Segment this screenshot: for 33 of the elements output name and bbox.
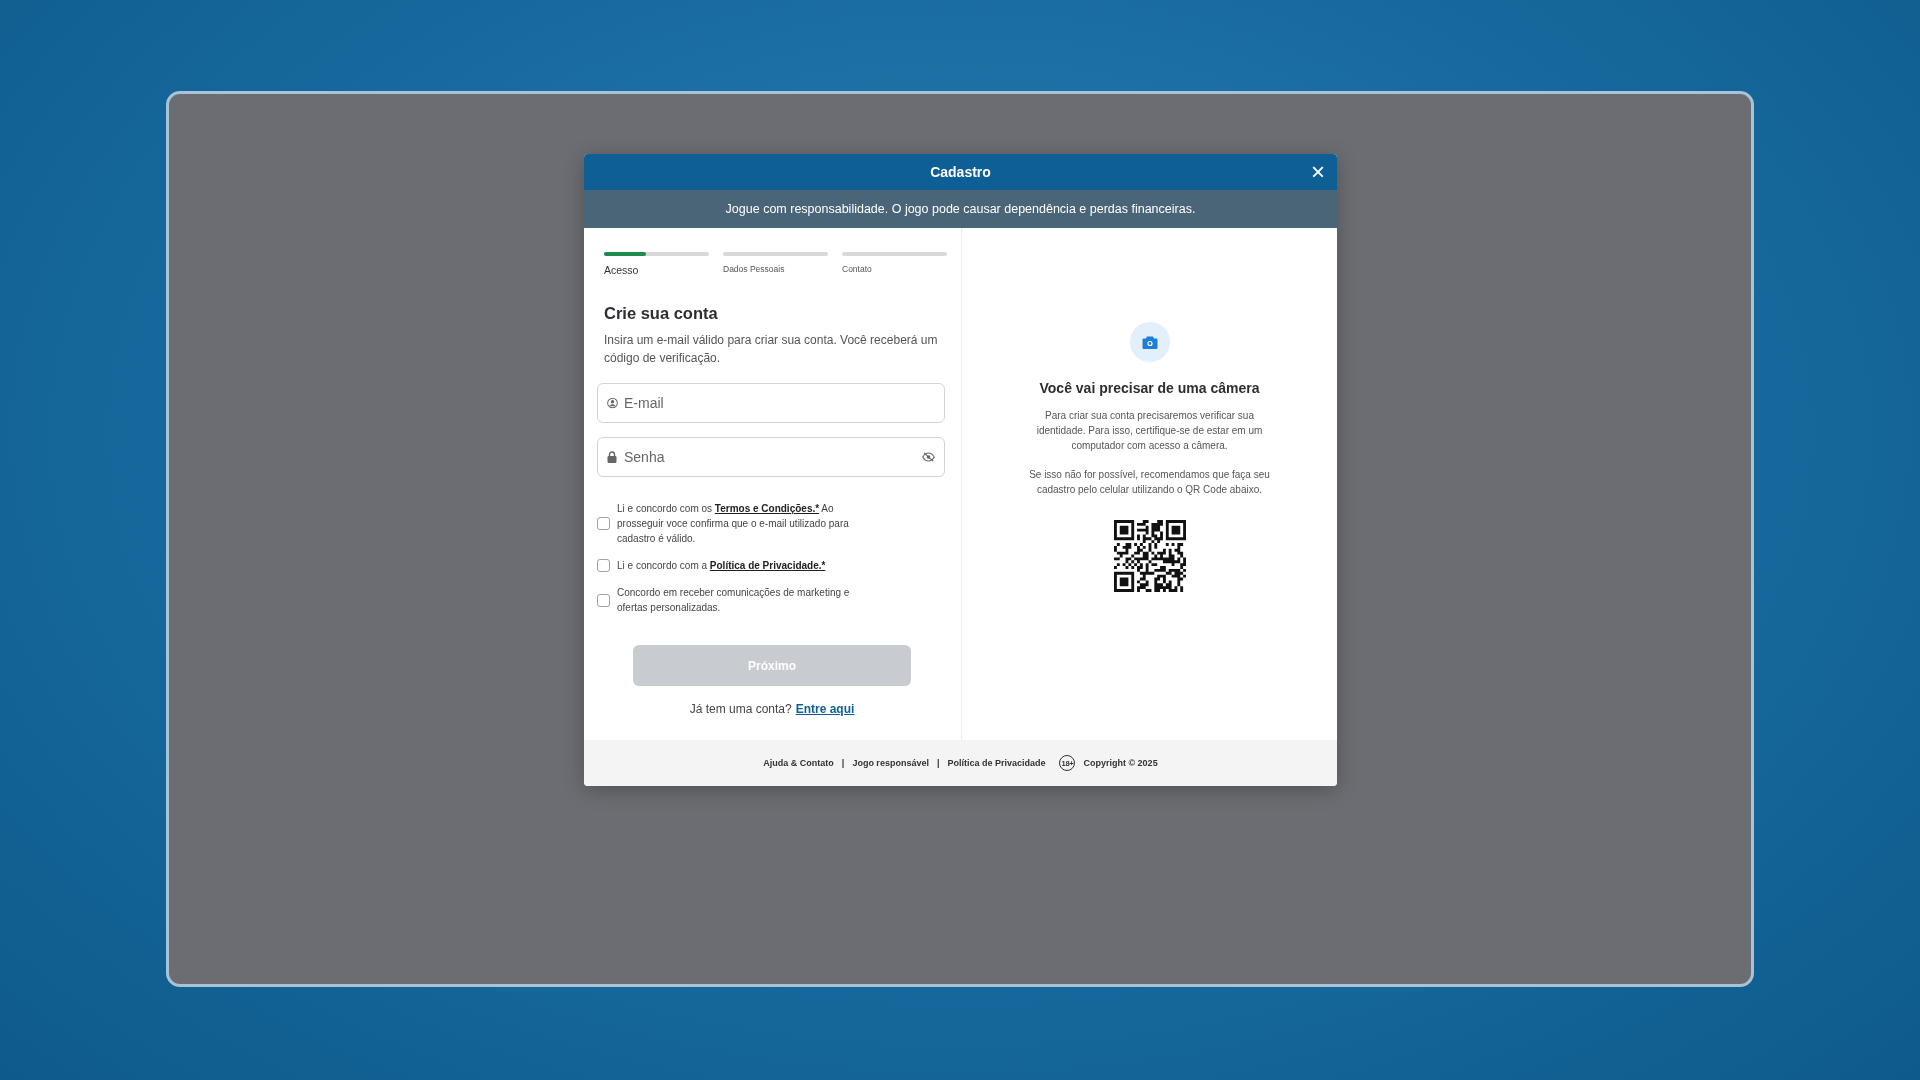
- footer-link[interactable]: Ajuda & Contato: [763, 758, 834, 768]
- lock-icon: [607, 451, 617, 463]
- step-label: Dados Pessoais: [723, 264, 786, 274]
- step-label: Acesso: [604, 264, 640, 276]
- footer-link[interactable]: Jogo responsável: [852, 758, 929, 768]
- responsibility-notice: Jogue com responsabilidade. O jogo pode causar dependência e perdas financeiras.: [584, 190, 1337, 228]
- consent-text: Concordo em receber comunicações de marketing e ofertas personalizadas.: [617, 586, 851, 615]
- checkbox[interactable]: [597, 517, 610, 530]
- modal-title: Cadastro: [930, 164, 991, 180]
- terms-link[interactable]: Política de Privacidade.*: [709, 560, 826, 571]
- login-link[interactable]: Entre aqui: [795, 702, 855, 716]
- password-field[interactable]: Senha: [597, 437, 945, 477]
- camera-paragraph: Se isso não for possível, recomendamos que faça seu cadastro pelo celular utilizando o QR Code abaixo.: [1028, 468, 1271, 497]
- checkbox[interactable]: [597, 593, 610, 607]
- terms-link[interactable]: Termos e Condições.*: [714, 503, 820, 514]
- footer-separator: |: [841, 758, 845, 768]
- consent-text: Li e concordo com a Política de Privacidade.*: [617, 559, 827, 573]
- login-prompt: Já tem uma conta?: [689, 702, 792, 716]
- camera-paragraph: Para criar sua conta precisaremos verificar sua identidade. Para isso, certifique-se de estar em um computador com acesso a câmera.: [1035, 409, 1264, 453]
- eye-slash-icon[interactable]: [922, 452, 935, 462]
- consent-text: Li e concordo com os Termos e Condições.* Ao prosseguir voce confirma que o e-mail utilizado para cadastro é válido.: [617, 502, 850, 546]
- user-icon: [607, 397, 618, 409]
- camera-icon: [1141, 335, 1158, 349]
- form-heading: Crie sua conta: [604, 304, 719, 323]
- camera-heading: Você vai precisar de uma câmera: [1039, 380, 1260, 396]
- checkbox[interactable]: [597, 559, 610, 572]
- copyright-text: Copyright © 2025: [1083, 758, 1158, 768]
- footer-link[interactable]: Política de Privacidade: [947, 758, 1046, 768]
- close-button[interactable]: ×: [1311, 161, 1325, 183]
- step-label: Contato: [842, 264, 873, 274]
- email-field[interactable]: E-mail: [597, 383, 945, 423]
- form-description: Insira um e-mail válido para criar sua conta. Você receberá um código de verificação.: [604, 332, 939, 367]
- footer-separator: |: [936, 758, 940, 768]
